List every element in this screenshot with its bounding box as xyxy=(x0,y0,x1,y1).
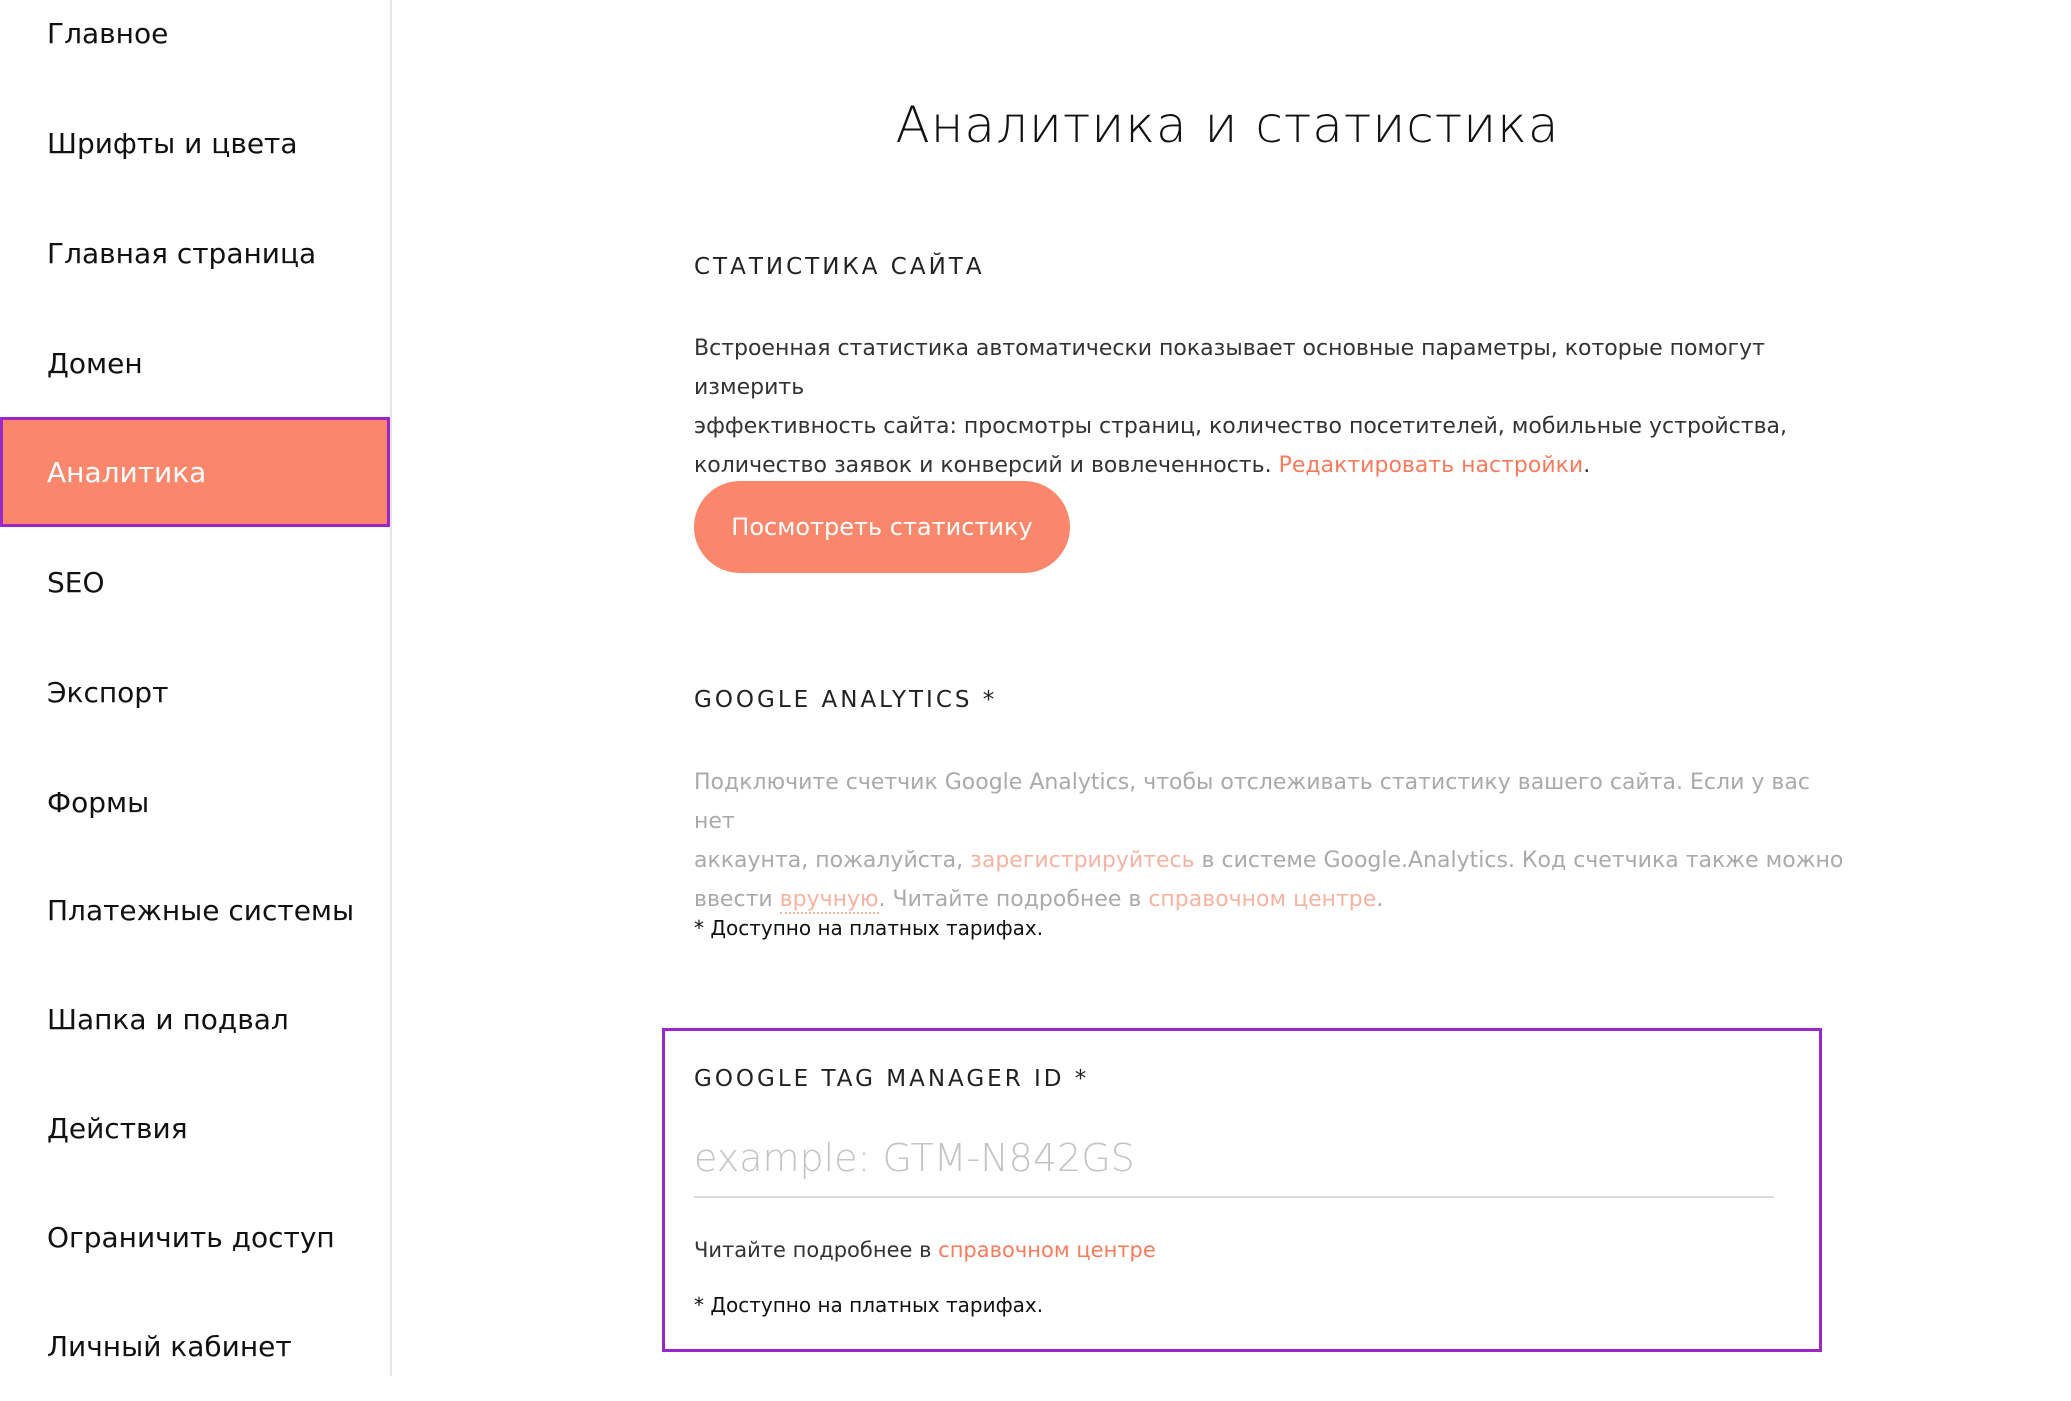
site-stats-line: эффективность сайта: просмотры страниц, … xyxy=(694,414,1788,439)
sidebar-item-homepage[interactable]: Главная страница xyxy=(0,198,390,308)
edit-settings-link[interactable]: Редактировать настройки xyxy=(1279,453,1584,478)
sidebar-item-label: Экспорт xyxy=(47,675,169,709)
sidebar-item-export[interactable]: Экспорт xyxy=(0,637,390,747)
ga-line-text: в системе Google.Analytics. Код счетчика… xyxy=(1194,848,1844,873)
sidebar-item-label: SEO xyxy=(47,565,105,599)
sidebar-item-actions[interactable]: Действия xyxy=(0,1073,390,1183)
gtm-heading: GOOGLE TAG MANAGER ID * xyxy=(694,1066,1090,1092)
sidebar-item-label: Шрифты и цвета xyxy=(47,126,298,160)
sidebar-item-header-footer[interactable]: Шапка и подвал xyxy=(0,964,390,1074)
sidebar-item-domain[interactable]: Домен xyxy=(0,308,390,418)
sidebar-item-restrict-access[interactable]: Ограничить доступ xyxy=(0,1182,390,1292)
ga-line: аккаунта, пожалуйста, зарегистрируйтесь … xyxy=(694,841,1854,880)
site-stats-line-end: . xyxy=(1583,453,1591,478)
sidebar-item-seo[interactable]: SEO xyxy=(0,527,390,637)
gtm-read-more-text: Читайте подробнее в xyxy=(694,1238,939,1262)
sidebar-item-fonts-colors[interactable]: Шрифты и цвета xyxy=(0,88,390,198)
ga-line: ввести вручную. Читайте подробнее в спра… xyxy=(694,880,1854,919)
sidebar-item-label: Личный кабинет xyxy=(47,1329,292,1363)
site-stats-line: Встроенная статистика автоматически пока… xyxy=(694,336,1765,400)
ga-help-center-link[interactable]: справочном центре xyxy=(1148,887,1376,912)
sidebar-item-analytics[interactable]: Аналитика xyxy=(0,417,390,527)
sidebar-item-personal-account[interactable]: Личный кабинет xyxy=(0,1291,390,1401)
google-analytics-heading: GOOGLE ANALYTICS * xyxy=(694,687,998,713)
view-statistics-button[interactable]: Посмотреть статистику xyxy=(694,481,1070,573)
gtm-id-input[interactable] xyxy=(694,1120,1774,1198)
sidebar-item-label: Действия xyxy=(47,1111,188,1145)
sidebar-item-label: Ограничить доступ xyxy=(47,1220,335,1254)
sidebar-item-label: Аналитика xyxy=(47,455,207,489)
sidebar-item-forms[interactable]: Формы xyxy=(0,747,390,857)
sidebar-item-label: Домен xyxy=(47,346,143,380)
sidebar-item-label: Платежные системы xyxy=(47,893,355,927)
ga-line-end: . xyxy=(1376,887,1384,912)
gtm-read-more: Читайте подробнее в справочном центре xyxy=(694,1238,1156,1262)
ga-line-text: аккаунта, пожалуйста, xyxy=(694,848,971,873)
sidebar-item-label: Шапка и подвал xyxy=(47,1002,289,1036)
sidebar: Главное Шрифты и цвета Главная страница … xyxy=(0,0,392,1376)
google-analytics-description: Подключите счетчик Google Analytics, что… xyxy=(694,763,1854,919)
gtm-paid-plan-note: * Доступно на платных тарифах. xyxy=(694,1293,1044,1317)
gtm-help-center-link[interactable]: справочном центре xyxy=(938,1238,1156,1262)
sidebar-item-label: Главное xyxy=(47,16,169,50)
ga-line: Подключите счетчик Google Analytics, что… xyxy=(694,770,1810,834)
sidebar-item-label: Главная страница xyxy=(47,236,317,270)
site-stats-line: количество заявок и конверсий и вовлечен… xyxy=(694,446,1854,485)
site-stats-description: Встроенная статистика автоматически пока… xyxy=(694,329,1854,485)
main-content: Аналитика и статистика СТАТИСТИКА САЙТА … xyxy=(394,0,2071,1376)
page-title: Аналитика и статистика xyxy=(895,96,1560,154)
sidebar-item-payment-systems[interactable]: Платежные системы xyxy=(0,855,390,965)
ga-line-text: . Читайте подробнее в xyxy=(878,887,1149,912)
site-stats-heading: СТАТИСТИКА САЙТА xyxy=(694,254,985,280)
sidebar-item-main[interactable]: Главное xyxy=(0,0,390,88)
ga-paid-plan-note: * Доступно на платных тарифах. xyxy=(694,916,1044,940)
sidebar-item-label: Формы xyxy=(47,785,150,819)
ga-line-text: ввести xyxy=(694,887,780,912)
site-stats-line-text: количество заявок и конверсий и вовлечен… xyxy=(694,453,1279,478)
register-link[interactable]: зарегистрируйтесь xyxy=(970,848,1194,873)
manual-entry-link[interactable]: вручную xyxy=(779,887,879,914)
